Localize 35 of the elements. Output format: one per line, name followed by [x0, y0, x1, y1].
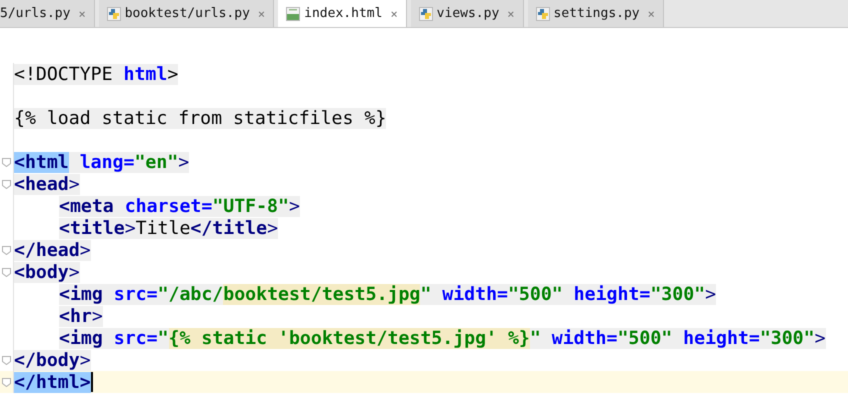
code-text: <title>Title</title> [59, 218, 278, 238]
code-text: <head> [14, 174, 80, 194]
code-text: <!DOCTYPE html> [14, 64, 178, 84]
python-file-icon [536, 6, 550, 20]
editor-tab[interactable]: index.html × [278, 0, 407, 27]
code-text: <hr> [59, 306, 103, 326]
code-text: </html> [14, 372, 91, 392]
editor-tab[interactable]: views.py × [410, 0, 524, 27]
fold-marker-icon[interactable] [2, 158, 11, 166]
code-text: <meta charset="UTF-8"> [59, 196, 300, 216]
tab-label: settings.py [554, 4, 640, 23]
code-text: <body> [14, 262, 80, 282]
html-file-icon [286, 6, 300, 20]
tab-label: 5/urls.py [0, 4, 70, 23]
code-text: </head> [14, 240, 91, 260]
editor-tab[interactable]: 5/urls.py × [0, 0, 95, 27]
tab-label: index.html [304, 4, 382, 23]
text-cursor [90, 372, 93, 392]
close-icon[interactable]: × [390, 4, 398, 22]
code-text: </body> [14, 350, 91, 370]
editor-tab[interactable]: settings.py × [528, 0, 664, 27]
code-text: <img src="/abc/booktest/test5.jpg" width="500" height="300"> [59, 284, 716, 304]
fold-marker-icon[interactable] [2, 246, 11, 254]
code-text: <img src="{% static 'booktest/test5.jpg' %}" width="500" height="300"> [59, 328, 826, 348]
tab-label: views.py [436, 4, 500, 23]
fold-marker-icon[interactable] [2, 268, 11, 276]
code-text: {% load static from staticfiles %} [14, 108, 386, 128]
fold-marker-icon[interactable] [2, 180, 11, 188]
code-text: <html lang="en"> [14, 152, 190, 172]
tab-label: booktest/urls.py [124, 4, 250, 23]
fold-marker-icon[interactable] [2, 356, 11, 364]
fold-marker-icon[interactable] [2, 378, 11, 386]
python-file-icon [418, 6, 433, 20]
python-file-icon [106, 6, 121, 20]
editor-tab[interactable]: booktest/urls.py × [98, 0, 274, 27]
